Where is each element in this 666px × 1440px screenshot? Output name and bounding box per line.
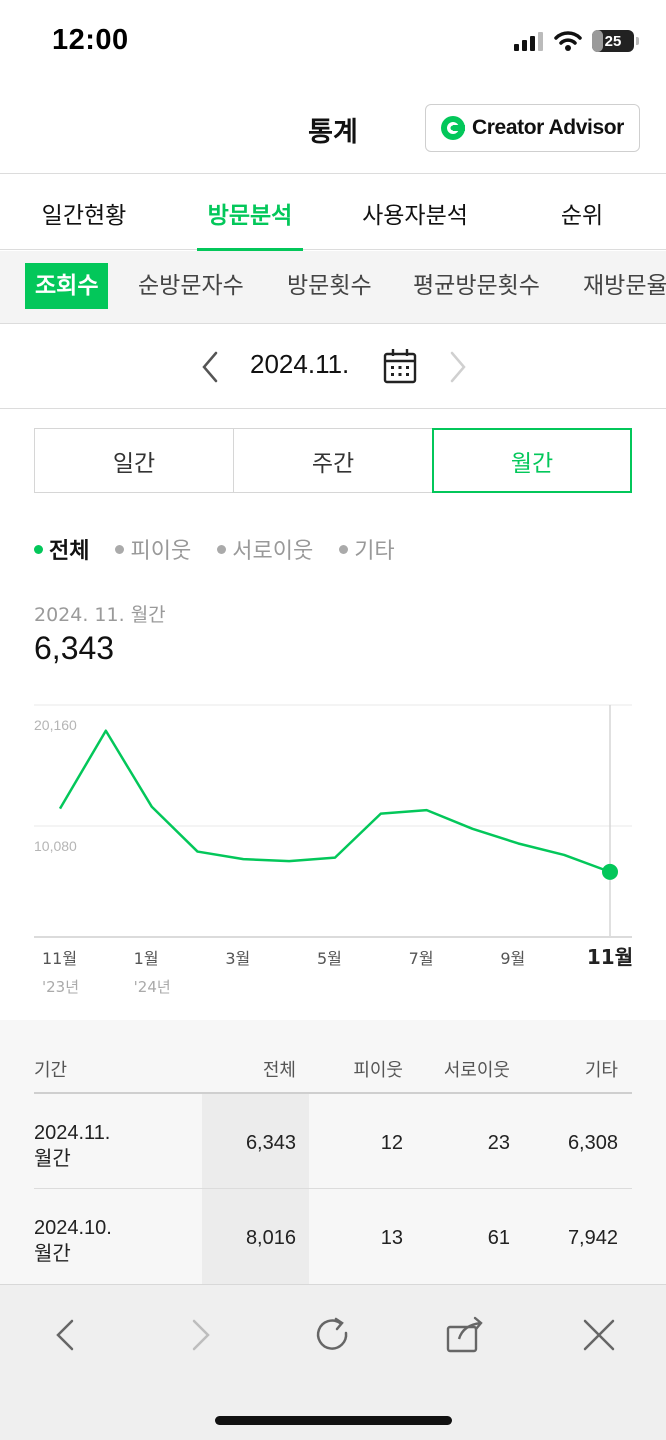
th-other: 기타 [584,1060,618,1081]
refresh-icon[interactable] [310,1313,354,1357]
calendar-icon[interactable] [382,347,418,385]
filter-dot-icon [34,544,43,554]
subtab-visit-count[interactable]: 방문횟수 [287,263,372,309]
summary-value: 6,343 [34,630,115,666]
x-tick-label: 3월 [225,949,250,968]
tab-user-analysis[interactable]: 사용자분석 [350,175,480,250]
period-weekly-button[interactable]: 주간 [234,429,433,492]
th-period: 기간 [34,1060,68,1081]
filter-mutual-neighbor[interactable]: 서로이웃 [217,533,313,565]
filter-label: 전체 [49,539,90,564]
row-other: 6,308 [567,1132,618,1154]
date-nav: 2024.11. [0,325,666,409]
row-period-type: 월간 [34,1148,71,1170]
row-mutual: 23 [487,1132,510,1154]
y-tick-label: 20,160 [34,717,77,733]
filter-dot-icon [217,544,227,554]
filter-row: 전체 피이웃 서로이웃 기타 [34,532,395,566]
series-line [58,729,611,874]
sub-tabs: 조회수 순방문자수 방문횟수 평균방문횟수 재방문율 [0,251,666,324]
row-period: 2024.10. 월간 [34,1215,112,1267]
status-bar: 12:00 25 [0,0,666,84]
period-daily-button[interactable]: 일간 [35,429,234,492]
back-icon[interactable] [44,1313,88,1357]
battery-icon: 25 [592,30,639,52]
wifi-icon [554,31,582,51]
app-header: 통계 Creator Advisor [0,84,666,174]
x-tick-label: 11월 [587,945,633,969]
period-monthly-button[interactable]: 월간 [432,428,632,493]
x-tick-label: 5월 [317,949,342,968]
summary-period: 2024. 11. 월간 [34,604,166,626]
creator-advisor-logo-icon [441,116,465,140]
tab-visit-analysis[interactable]: 방문분석 [197,175,303,251]
row-mutual: 61 [487,1227,510,1249]
subtab-avg-visit-count[interactable]: 평균방문횟수 [413,263,540,309]
filter-label: 기타 [354,539,395,564]
filter-dot-icon [339,544,349,554]
main-tabs: 일간현황 방문분석 사용자분석 순위 [0,175,666,251]
filter-neighbor[interactable]: 피이웃 [115,533,191,565]
x-tick-sublabel: '23년 [42,978,79,996]
filter-other[interactable]: 기타 [339,533,395,565]
x-tick-label: 7월 [409,949,434,968]
x-tick-sublabel: '24년 [134,978,171,996]
row-other: 7,942 [567,1227,618,1249]
row-period-date: 2024.10. [34,1217,112,1239]
current-date-label: 2024.11. [250,349,350,379]
x-tick-label: 9월 [500,949,525,968]
home-indicator [215,1416,452,1425]
creator-advisor-button[interactable]: Creator Advisor [425,104,640,152]
filter-label: 서로이웃 [232,539,314,564]
signal-icon [514,32,543,51]
filter-label: 피이웃 [130,539,192,564]
x-tick-label: 1월 [134,949,159,968]
th-total: 전체 [262,1060,296,1081]
period-selector: 일간 주간 월간 [34,428,632,493]
row-neighbor: 12 [380,1132,403,1154]
y-tick-label: 10,080 [34,838,77,854]
close-icon[interactable] [577,1313,621,1357]
table-row: 2024.10. 월간 8,016 13 61 7,942 [34,1189,632,1284]
row-total: 8,016 [245,1227,296,1249]
status-icons: 25 [514,30,639,52]
forward-icon[interactable] [178,1313,222,1357]
subtab-revisit-rate[interactable]: 재방문율 [583,263,666,309]
table-row: 2024.11. 월간 6,343 12 23 6,308 [34,1094,632,1189]
tab-ranking[interactable]: 순위 [540,175,624,250]
row-period-date: 2024.11. [34,1122,111,1144]
row-total: 6,343 [245,1132,296,1154]
creator-advisor-label: Creator Advisor [472,116,624,139]
th-mutual: 서로이웃 [443,1060,510,1081]
row-neighbor: 13 [380,1227,403,1249]
highlight-point [602,863,618,880]
table-header: 기간 전체 피이웃 서로이웃 기타 [34,1050,632,1094]
subtab-unique-visitors[interactable]: 순방문자수 [138,263,244,309]
x-tick-label: 11월 [42,949,77,968]
filter-all[interactable]: 전체 [34,533,89,565]
next-month-chevron-icon[interactable] [442,347,472,387]
status-time: 12:00 [52,24,129,56]
row-period-type: 월간 [34,1243,71,1265]
prev-month-chevron-icon[interactable] [196,347,226,387]
th-neighbor: 피이웃 [353,1060,403,1081]
share-icon[interactable] [443,1313,487,1357]
battery-level: 25 [604,32,622,50]
filter-dot-icon [115,544,125,554]
row-period: 2024.11. 월간 [34,1120,110,1172]
subtab-views[interactable]: 조회수 [25,263,109,309]
views-line-chart: 20,160 10,080 11월 '23년 1월 '24년 3월 5월 7월 9월 11월 [34,704,633,996]
tab-daily-status[interactable]: 일간현황 [20,175,148,250]
